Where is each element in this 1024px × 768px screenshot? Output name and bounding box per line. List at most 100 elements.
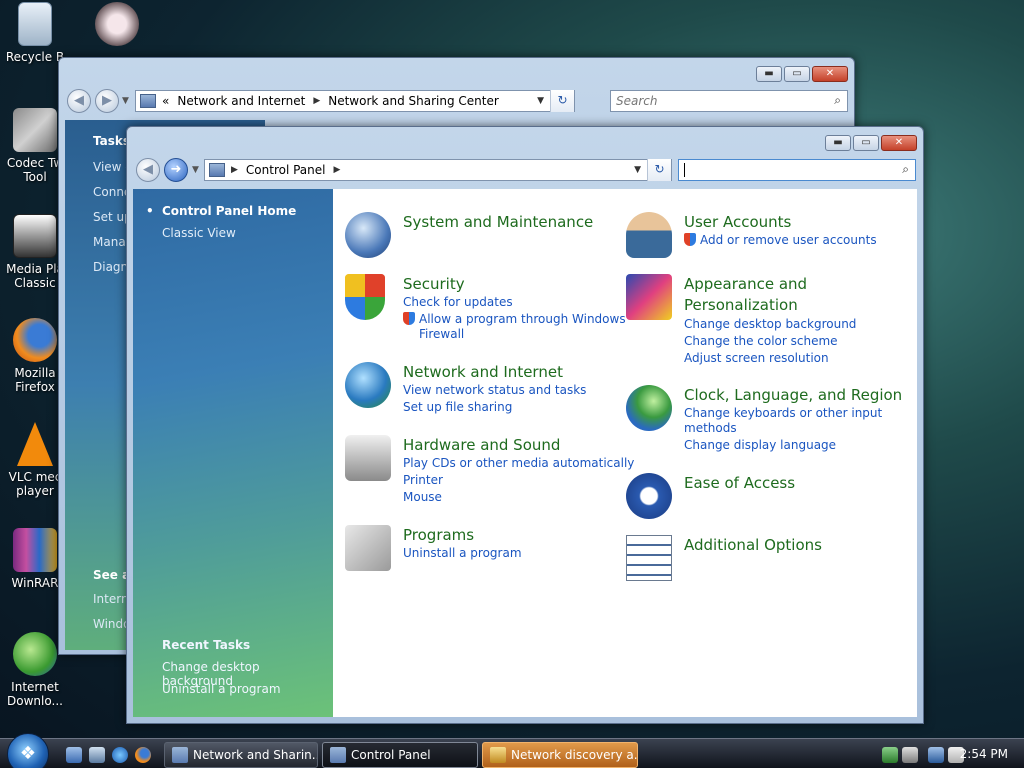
category-title[interactable]: User Accounts [684, 212, 791, 233]
search-input[interactable]: ⌕ [678, 159, 916, 181]
control-panel-window[interactable]: ▬ ▭ ✕ ◀ ➜ ▼ ▶ Control Panel ▶ ▼ ↻ ⌕ Cont… [126, 126, 924, 724]
forward-button[interactable]: ▶ [95, 89, 119, 113]
allow-program-firewall-link-cont[interactable]: Firewall [419, 327, 464, 342]
mouse-link[interactable]: Mouse [403, 490, 442, 505]
allow-program-firewall-link[interactable]: Allow a program through Windows [403, 312, 626, 327]
set-up-file-sharing-link[interactable]: Set up file sharing [403, 400, 512, 415]
refresh-button[interactable]: ↻ [550, 90, 574, 112]
recent-pages-dropdown[interactable]: ▼ [192, 165, 199, 175]
tray-network-icon[interactable] [882, 747, 898, 763]
breadcrumb-overflow[interactable]: « [162, 94, 169, 108]
breadcrumb-separator-icon[interactable]: ▶ [334, 165, 341, 175]
category-title[interactable]: Programs [403, 525, 474, 546]
taskbar-button-control-panel[interactable]: Control Panel [322, 742, 478, 768]
uninstall-program-link[interactable]: Uninstall a program [403, 546, 522, 561]
change-desktop-background-link[interactable]: Change desktop background [684, 317, 856, 332]
programs-icon[interactable] [345, 525, 391, 571]
desktop-icon-flower[interactable] [84, 2, 150, 50]
firefox-icon [13, 318, 57, 362]
hardware-sound-icon[interactable] [345, 435, 391, 481]
desktop-icon-recycle-bin[interactable]: Recycle B [0, 2, 70, 64]
address-dropdown-icon[interactable]: ▼ [634, 165, 641, 175]
search-icon[interactable]: ⌕ [902, 162, 909, 177]
firefox-quicklaunch-icon[interactable] [135, 747, 151, 763]
category-title[interactable]: System and Maintenance [403, 212, 593, 233]
printer-link[interactable]: Printer [403, 473, 443, 488]
control-panel-home-link[interactable]: Control Panel Home [146, 204, 296, 218]
adjust-screen-resolution-link[interactable]: Adjust screen resolution [684, 351, 829, 366]
taskbar-button-network-sharing[interactable]: Network and Sharin... [164, 742, 318, 768]
maximize-button[interactable]: ▭ [853, 135, 879, 151]
category-title[interactable]: Security [403, 274, 465, 295]
network-internet-icon[interactable] [345, 362, 391, 408]
add-remove-user-accounts-link[interactable]: Add or remove user accounts [684, 233, 877, 248]
category-title-line2[interactable]: Personalization [684, 295, 798, 316]
change-display-language-link[interactable]: Change display language [684, 438, 836, 453]
system-tray: 2:54 PM [874, 739, 1024, 768]
ease-of-access-icon[interactable] [626, 473, 672, 519]
breadcrumb-network-sharing-center[interactable]: Network and Sharing Center [328, 94, 499, 108]
change-keyboards-link[interactable]: Change keyboards or other input [684, 406, 882, 421]
category-title[interactable]: Appearance and [684, 274, 807, 295]
additional-options-icon[interactable] [626, 535, 672, 581]
network-folder-icon [172, 747, 188, 763]
close-button[interactable]: ✕ [812, 66, 848, 82]
switch-windows-icon[interactable] [89, 747, 105, 763]
close-button[interactable]: ✕ [881, 135, 917, 151]
internet-explorer-icon[interactable] [112, 747, 128, 763]
user-accounts-icon[interactable] [626, 212, 672, 258]
clock-language-icon[interactable] [626, 385, 672, 431]
breadcrumb-network-and-internet[interactable]: Network and Internet [177, 94, 305, 108]
maximize-button[interactable]: ▭ [784, 66, 810, 82]
category-title[interactable]: Ease of Access [684, 473, 795, 494]
breadcrumb-separator-icon[interactable]: ▶ [313, 96, 320, 106]
autoplay-link[interactable]: Play CDs or other media automatically [403, 456, 634, 471]
link-text[interactable]: Allow a program through Windows [419, 312, 626, 326]
refresh-button[interactable]: ↻ [647, 159, 671, 181]
breadcrumb-control-panel[interactable]: Control Panel [246, 163, 326, 177]
change-color-scheme-link[interactable]: Change the color scheme [684, 334, 838, 349]
recycle-bin-icon [18, 2, 52, 46]
minimize-button[interactable]: ▬ [825, 135, 851, 151]
back-button[interactable]: ◀ [136, 158, 160, 182]
check-for-updates-link[interactable]: Check for updates [403, 295, 513, 310]
classic-view-link[interactable]: Classic View [162, 226, 236, 240]
breadcrumb-separator-icon[interactable]: ▶ [231, 165, 238, 175]
taskbar-button-network-discovery[interactable]: Network discovery a... [482, 742, 638, 768]
tasks-heading: Tasks [93, 134, 131, 148]
window-controls: ▬ ▭ ✕ [756, 66, 848, 82]
category-title[interactable]: Clock, Language, and Region [684, 385, 902, 406]
taskbar-button-label: Control Panel [351, 748, 431, 762]
view-network-status-link[interactable]: View network status and tasks [403, 383, 586, 398]
recent-task-link[interactable]: Uninstall a program [162, 682, 281, 696]
recent-pages-dropdown[interactable]: ▼ [122, 96, 129, 106]
address-dropdown-icon[interactable]: ▼ [537, 96, 544, 106]
change-keyboards-link-cont[interactable]: methods [684, 421, 737, 436]
security-shield-icon[interactable] [345, 274, 385, 320]
search-input[interactable]: Search ⌕ [610, 90, 848, 112]
address-bar[interactable]: « Network and Internet ▶ Network and Sha… [135, 90, 575, 112]
category-title[interactable]: Hardware and Sound [403, 435, 560, 456]
tray-security-icon[interactable] [902, 747, 918, 763]
minimize-button[interactable]: ▬ [756, 66, 782, 82]
taskbar-button-label: Network and Sharin... [193, 748, 318, 762]
see-also-link[interactable]: Windo [93, 617, 131, 631]
category-title[interactable]: Network and Internet [403, 362, 563, 383]
link-text[interactable]: Add or remove user accounts [700, 233, 877, 247]
control-panel-folder-icon [209, 163, 225, 177]
address-bar[interactable]: ▶ Control Panel ▶ ▼ ↻ [204, 159, 672, 181]
appearance-icon[interactable] [626, 274, 672, 320]
category-title[interactable]: Additional Options [684, 535, 822, 556]
start-button[interactable]: ❖ [7, 733, 49, 768]
system-maintenance-icon[interactable] [345, 212, 391, 258]
show-desktop-icon[interactable] [66, 747, 82, 763]
see-also-link[interactable]: Intern [93, 592, 129, 606]
forward-button[interactable]: ➜ [164, 158, 188, 182]
search-icon[interactable]: ⌕ [834, 93, 841, 108]
taskbar: ❖ Network and Sharin... Control Panel Ne… [0, 733, 1024, 768]
media-player-icon [13, 214, 57, 258]
tray-connection-icon[interactable] [928, 747, 944, 763]
back-button[interactable]: ◀ [67, 89, 91, 113]
clock[interactable]: 2:54 PM [960, 747, 1008, 761]
network-folder-icon [140, 94, 156, 108]
